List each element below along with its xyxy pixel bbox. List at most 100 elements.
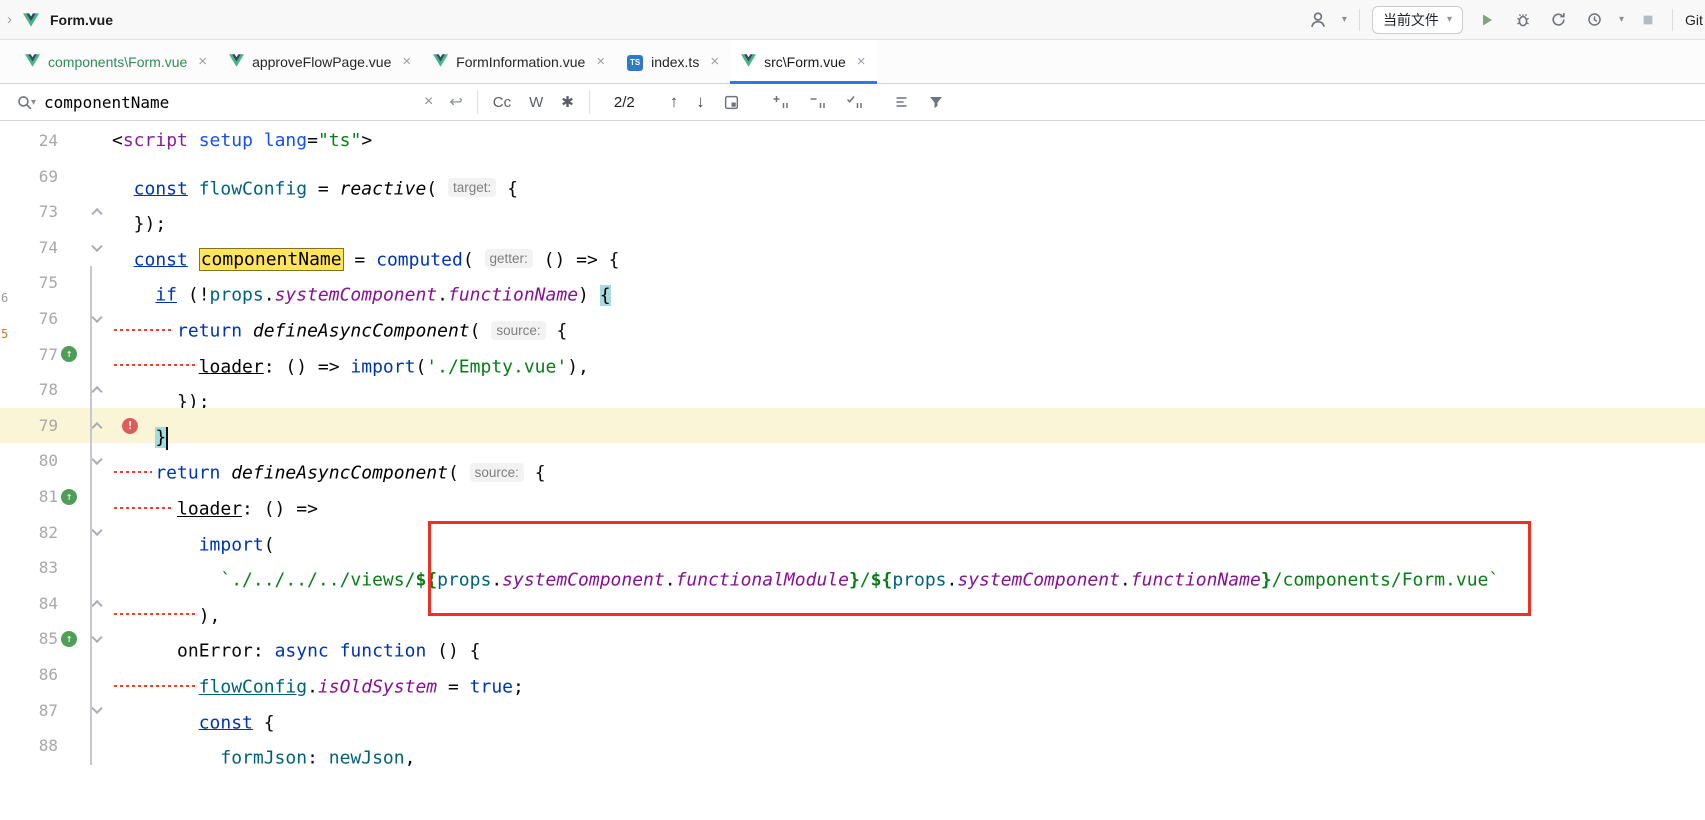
- code-line[interactable]: 74const componentName = computed( getter…: [0, 230, 1705, 266]
- code-line[interactable]: 76return defineAsyncComponent( source: {: [0, 301, 1705, 337]
- filter-button[interactable]: [928, 94, 944, 110]
- search-display-options-button[interactable]: [893, 94, 910, 110]
- open-in-find-window-button[interactable]: [723, 94, 740, 111]
- search-input[interactable]: componentName: [44, 93, 416, 112]
- whole-words-toggle[interactable]: W: [529, 94, 543, 111]
- tab-components-form-vue[interactable]: components\Form.vue×: [14, 40, 218, 83]
- code-line[interactable]: 85↑onError: async function () {: [0, 621, 1705, 657]
- fold-marker-icon[interactable]: [91, 312, 102, 323]
- line-number[interactable]: 84: [0, 586, 58, 622]
- indent-whitespace: [112, 586, 199, 622]
- insert-newline-icon[interactable]: ↩: [449, 92, 462, 112]
- fold-marker-icon[interactable]: [91, 240, 102, 251]
- line-number[interactable]: 79: [0, 408, 58, 444]
- search-history-chevron-icon[interactable]: ▾: [31, 97, 36, 108]
- match-case-toggle[interactable]: Cc: [493, 94, 511, 111]
- user-account-icon[interactable]: [1306, 8, 1330, 32]
- run-button[interactable]: [1475, 8, 1499, 32]
- green-arrow-gutter-icon[interactable]: ↑: [61, 631, 77, 647]
- gutter-icon-slot: [58, 693, 82, 729]
- gutter-icon-slot: [58, 123, 82, 159]
- line-number[interactable]: 87: [0, 693, 58, 729]
- fold-marker-icon[interactable]: [91, 599, 102, 610]
- error-icon[interactable]: !: [122, 418, 138, 434]
- green-arrow-gutter-icon[interactable]: ↑: [61, 346, 77, 362]
- add-occurrence-button[interactable]: [771, 94, 790, 110]
- code-line[interactable]: 24<script setup lang="ts">: [0, 123, 1705, 159]
- run-config-chevron-icon: ▾: [1447, 14, 1452, 25]
- gutter-icon-slot: [58, 550, 82, 586]
- debug-button[interactable]: [1511, 8, 1535, 32]
- line-number[interactable]: 81: [0, 479, 58, 515]
- tab-close-icon[interactable]: ×: [710, 53, 719, 70]
- tab-index-ts[interactable]: TSindex.ts×: [616, 40, 730, 83]
- code-line[interactable]: 75 if (!props.systemComponent.functionNam…: [0, 265, 1705, 301]
- code-line[interactable]: 81↑loader: () =>: [0, 479, 1705, 515]
- tab-close-icon[interactable]: ×: [198, 53, 207, 70]
- code-line[interactable]: 77↑loader: () => import('./Empty.vue'),: [0, 337, 1705, 373]
- fold-marker-icon[interactable]: [91, 454, 102, 465]
- fold-slot: [82, 550, 112, 586]
- code-line[interactable]: 78});: [0, 372, 1705, 408]
- git-widget[interactable]: Git: [1685, 12, 1705, 28]
- tab-forminformation-vue[interactable]: FormInformation.vue ×: [422, 40, 616, 83]
- select-all-occurrences-button[interactable]: [845, 94, 864, 110]
- code-line[interactable]: 69const flowConfig = reactive( target: {: [0, 159, 1705, 195]
- line-number[interactable]: 24: [0, 123, 58, 159]
- tab-close-icon[interactable]: ×: [402, 53, 411, 70]
- line-number[interactable]: 88: [0, 728, 58, 764]
- fold-marker-icon[interactable]: [91, 386, 102, 397]
- gutter-icon-slot: [58, 230, 82, 266]
- line-number[interactable]: 69: [0, 159, 58, 195]
- line-number[interactable]: 73: [0, 194, 58, 230]
- tab-approveflowpage-vue[interactable]: approveFlowPage.vue×: [218, 40, 422, 83]
- tab-src-form-vue[interactable]: src\Form.vue×: [730, 40, 876, 83]
- remove-occurrence-button[interactable]: [808, 94, 827, 110]
- previous-occurrence-button[interactable]: ↑: [670, 92, 679, 112]
- code-line[interactable]: 82import(: [0, 515, 1705, 551]
- code-line[interactable]: 86 flowConfig.isOldSystem = true;: [0, 657, 1705, 693]
- code-line[interactable]: 88formJson: newJson,: [0, 728, 1705, 764]
- line-number[interactable]: 85: [0, 621, 58, 657]
- code-editor[interactable]: 24<script setup lang="ts">69const flowCo…: [0, 121, 1705, 820]
- fold-slot: [82, 265, 112, 301]
- line-number[interactable]: 82: [0, 515, 58, 551]
- tab-close-icon[interactable]: ×: [596, 53, 605, 70]
- user-dropdown-chevron-icon[interactable]: ▾: [1342, 14, 1347, 25]
- line-number[interactable]: 77: [0, 337, 58, 373]
- fold-marker-icon[interactable]: [91, 421, 102, 432]
- tab-label: FormInformation.vue: [456, 54, 585, 70]
- profiler-button[interactable]: [1583, 8, 1607, 32]
- fold-marker-icon[interactable]: [91, 525, 102, 536]
- fold-slot: [82, 408, 112, 444]
- line-number[interactable]: 76: [0, 301, 58, 337]
- gutter-icon-slot: ↑: [58, 621, 82, 657]
- fold-marker-icon[interactable]: [91, 703, 102, 714]
- fold-marker-icon[interactable]: [91, 208, 102, 219]
- code-text: if (!props.systemComponent.functionName)…: [112, 265, 1705, 301]
- line-number[interactable]: 78: [0, 372, 58, 408]
- line-number[interactable]: 86: [0, 657, 58, 693]
- tab-close-icon[interactable]: ×: [857, 53, 866, 70]
- code-line[interactable]: 87const {: [0, 693, 1705, 729]
- code-line[interactable]: 79!}: [0, 408, 1705, 444]
- line-number[interactable]: 83: [0, 550, 58, 586]
- next-occurrence-button[interactable]: ↓: [696, 92, 705, 112]
- code-text: flowConfig.isOldSystem = true;: [112, 657, 1705, 693]
- line-number[interactable]: 80: [0, 443, 58, 479]
- code-line[interactable]: 80return defineAsyncComponent( source: {: [0, 443, 1705, 479]
- green-arrow-gutter-icon[interactable]: ↑: [61, 489, 77, 505]
- clear-search-icon[interactable]: ×: [424, 93, 433, 111]
- profiler-dropdown-chevron-icon[interactable]: ▾: [1619, 14, 1624, 25]
- fold-marker-icon[interactable]: [91, 632, 102, 643]
- run-with-coverage-button[interactable]: [1547, 8, 1571, 32]
- stop-button[interactable]: [1636, 8, 1660, 32]
- line-number[interactable]: 75: [0, 265, 58, 301]
- run-configuration-selector[interactable]: 当前文件 ▾: [1372, 6, 1463, 34]
- code-line[interactable]: 83`./../../../views/${props.systemCompon…: [0, 550, 1705, 586]
- regex-toggle[interactable]: ✱: [561, 93, 574, 111]
- gutter-icon-slot: [58, 408, 82, 444]
- code-line[interactable]: 73});: [0, 194, 1705, 230]
- line-number[interactable]: 74: [0, 230, 58, 266]
- code-line[interactable]: 84),: [0, 586, 1705, 622]
